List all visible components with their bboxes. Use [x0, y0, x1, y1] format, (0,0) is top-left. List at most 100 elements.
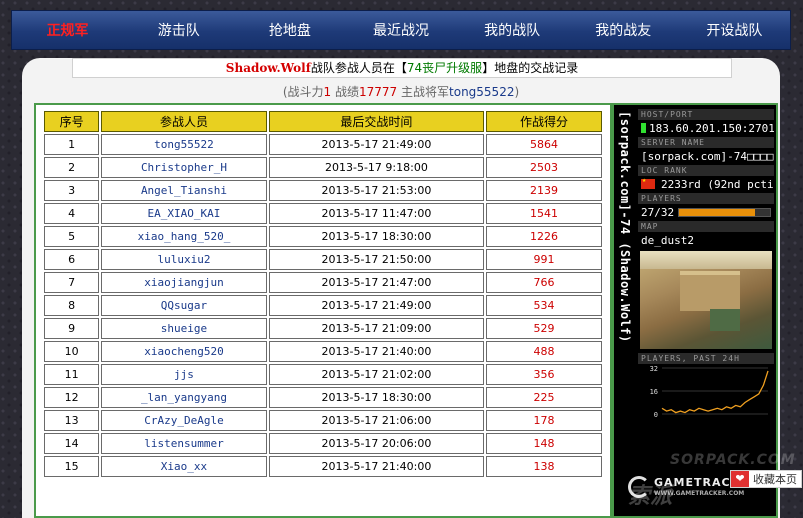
row-score: 225 [486, 387, 602, 408]
table-row: 6 luluxiu2 2013-5-17 21:50:00 991 [44, 249, 602, 270]
banner-side-text: [sorpack.com]-74 (Shadow.Wolf) [618, 111, 632, 343]
map-value: de_dust2 [641, 234, 694, 247]
history-series-line [661, 370, 769, 414]
row-score: 529 [486, 318, 602, 339]
rank-text: 2233rd (92nd pctile) [661, 178, 774, 191]
table-row: 8 QQsugar 2013-5-17 21:49:00 534 [44, 295, 602, 316]
row-no: 4 [44, 203, 100, 224]
top-nav: 正规军 游击队 抢地盘 最近战况 我的战队 我的战友 开设战队 [11, 10, 791, 50]
page-title: Shadow.Wolf战队参战人员在【74丧尸升级服】地盘的交战记录 [72, 58, 732, 78]
table-header-row: 序号 参战人员 最后交战时间 作战得分 [44, 111, 602, 132]
nav-guerrilla[interactable]: 游击队 [123, 20, 234, 40]
main-panel: Shadow.Wolf战队参战人员在【74丧尸升级服】地盘的交战记录 (战斗力1… [22, 58, 780, 518]
row-player-link[interactable]: xiaojiangjun [101, 272, 267, 293]
row-player-link[interactable]: _lan_yangyang [101, 387, 267, 408]
row-score: 356 [486, 364, 602, 385]
row-score: 5864 [486, 134, 602, 155]
players-bar [678, 208, 771, 217]
table-row: 4 EA_XIAO_KAI 2013-5-17 11:47:00 1541 [44, 203, 602, 224]
row-score: 766 [486, 272, 602, 293]
row-player-link[interactable]: Angel_Tianshi [101, 180, 267, 201]
title-text-1: 战队参战人员在【 [310, 61, 407, 75]
row-time: 2013-5-17 21:40:00 [268, 456, 485, 477]
row-player-link[interactable]: tong55522 [101, 134, 267, 155]
row-player-link[interactable]: Xiao_xx [101, 456, 267, 477]
nav-grab-territory[interactable]: 抢地盘 [234, 20, 345, 40]
favorite-button[interactable]: ❤ 收藏本页 [730, 470, 802, 488]
row-player-link[interactable]: QQsugar [101, 295, 267, 316]
row-score: 488 [486, 341, 602, 362]
row-time: 2013-5-17 18:30:00 [268, 226, 485, 247]
table-row: 7 xiaojiangjun 2013-5-17 21:47:00 766 [44, 272, 602, 293]
row-player-link[interactable]: Christopher_H [101, 157, 267, 178]
row-time: 2013-5-17 9:18:00 [268, 157, 485, 178]
row-no: 13 [44, 410, 100, 431]
row-time: 2013-5-17 21:40:00 [268, 341, 485, 362]
team-summary: (战斗力1 战绩17777 主战将军tong55522) [22, 83, 780, 100]
history-tick-label: 0 [654, 411, 658, 418]
row-score: 1226 [486, 226, 602, 247]
table-row: 12 _lan_yangyang 2013-5-17 18:30:00 225 [44, 387, 602, 408]
table-row: 1 tong55522 2013-5-17 21:49:00 5864 [44, 134, 602, 155]
row-score: 178 [486, 410, 602, 431]
site-watermark: SORPACK.COM [670, 452, 796, 468]
heart-icon: ❤ [731, 471, 749, 487]
history-tick-label: 16 [650, 388, 658, 396]
history-tick-label: 32 [650, 365, 658, 373]
table-row: 14 listensummer 2013-5-17 20:06:00 148 [44, 433, 602, 454]
players-label: PLAYERS [638, 193, 774, 204]
row-time: 2013-5-17 21:53:00 [268, 180, 485, 201]
row-score: 148 [486, 433, 602, 454]
general-value[interactable]: tong55522 [449, 85, 514, 99]
nav-recent-battles[interactable]: 最近战况 [345, 20, 456, 40]
china-flag-icon [641, 176, 655, 189]
server-name-label: SERVER NAME [638, 137, 774, 148]
table-row: 15 Xiao_xx 2013-5-17 21:40:00 138 [44, 456, 602, 477]
table-row: 5 xiao_hang_520_ 2013-5-17 18:30:00 1226 [44, 226, 602, 247]
players-history-chart: 32 16 0 [650, 365, 769, 419]
row-time: 2013-5-17 11:47:00 [268, 203, 485, 224]
table-row: 2 Christopher_H 2013-5-17 9:18:00 2503 [44, 157, 602, 178]
row-player-link[interactable]: xiao_hang_520_ [101, 226, 267, 247]
table-row: 10 xiaocheng520 2013-5-17 21:40:00 488 [44, 341, 602, 362]
row-player-link[interactable]: xiaocheng520 [101, 341, 267, 362]
row-no: 6 [44, 249, 100, 270]
row-no: 5 [44, 226, 100, 247]
summary-open: (战斗力 [282, 85, 324, 99]
row-no: 3 [44, 180, 100, 201]
row-time: 2013-5-17 21:02:00 [268, 364, 485, 385]
record-label: 战绩 [331, 85, 359, 99]
row-no: 11 [44, 364, 100, 385]
row-no: 8 [44, 295, 100, 316]
row-player-link[interactable]: EA_XIAO_KAI [101, 203, 267, 224]
banner-side: [sorpack.com]-74 (Shadow.Wolf) [616, 111, 634, 511]
nav-my-comrades[interactable]: 我的战友 [568, 20, 679, 40]
team-name[interactable]: Shadow.Wolf [226, 61, 311, 75]
row-time: 2013-5-17 21:49:00 [268, 134, 485, 155]
nav-create-team[interactable]: 开设战队 [679, 20, 790, 40]
row-player-link[interactable]: jjs [101, 364, 267, 385]
row-no: 9 [44, 318, 100, 339]
col-time-header: 最后交战时间 [268, 111, 485, 132]
nav-my-team[interactable]: 我的战队 [457, 20, 568, 40]
summary-close: ) [514, 85, 520, 99]
row-no: 10 [44, 341, 100, 362]
row-player-link[interactable]: listensummer [101, 433, 267, 454]
row-player-link[interactable]: shueige [101, 318, 267, 339]
nav-regular-army[interactable]: 正规军 [12, 20, 123, 40]
row-score: 2503 [486, 157, 602, 178]
host-label: HOST/PORT [638, 109, 774, 120]
row-time: 2013-5-17 21:06:00 [268, 410, 485, 431]
row-player-link[interactable]: luluxiu2 [101, 249, 267, 270]
rank-value: 2233rd (92nd pctile) [638, 176, 774, 193]
table-row: 9 shueige 2013-5-17 21:09:00 529 [44, 318, 602, 339]
row-score: 534 [486, 295, 602, 316]
col-no-header: 序号 [44, 111, 100, 132]
server-name[interactable]: 74丧尸升级服 [407, 61, 482, 75]
players-text: 27/32 [641, 206, 675, 219]
row-score: 991 [486, 249, 602, 270]
row-player-link[interactable]: CrAzy_DeAgle [101, 410, 267, 431]
table-row: 11 jjs 2013-5-17 21:02:00 356 [44, 364, 602, 385]
row-no: 2 [44, 157, 100, 178]
row-time: 2013-5-17 21:50:00 [268, 249, 485, 270]
